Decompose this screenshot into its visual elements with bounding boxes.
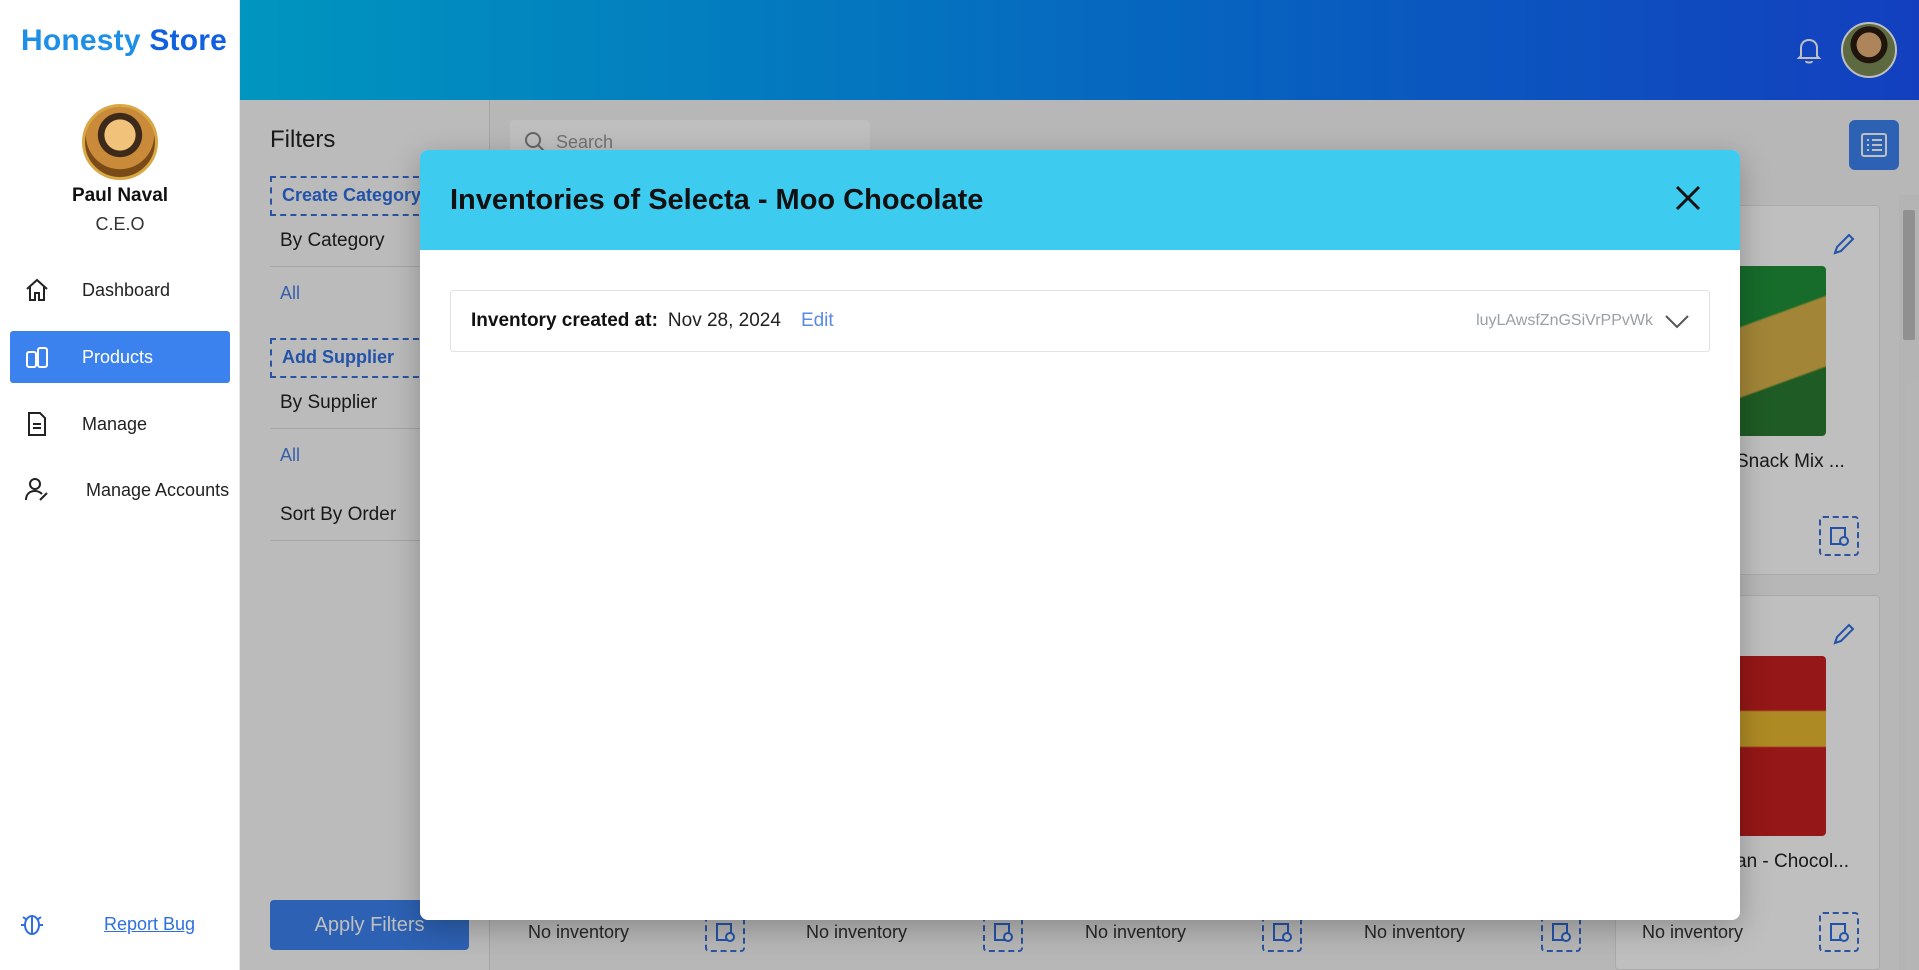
report-bug[interactable]: Report Bug [18, 910, 195, 938]
home-icon [26, 278, 48, 301]
avatar[interactable] [82, 104, 158, 180]
user-name: Paul Naval [71, 185, 169, 206]
sidebar: Honesty Store Paul Naval C.E.O Dashboard… [0, 0, 240, 970]
nav-label: Dashboard [82, 279, 171, 300]
inventory-created-label: Inventory created at: [471, 310, 658, 331]
products-icon [26, 347, 48, 368]
inventory-id: luyLAwsfZnGSiVrPPvWk [1476, 312, 1653, 329]
nav-item-manage[interactable]: Manage [10, 398, 230, 450]
inventory-date: Nov 28, 2024 [667, 310, 781, 331]
inventory-row[interactable]: Inventory created at: Nov 28, 2024 Edit … [450, 290, 1710, 352]
nav-item-manage-accounts[interactable]: Manage Accounts [10, 464, 230, 516]
user-role: C.E.O [95, 214, 145, 234]
modal-title: Inventories of Selecta - Moo Chocolate [450, 183, 984, 216]
close-icon [1675, 185, 1701, 211]
manage-icon [28, 412, 46, 436]
close-button[interactable] [1668, 178, 1708, 218]
modal-header: Inventories of Selecta - Moo Chocolate [420, 150, 1740, 250]
bug-icon [21, 915, 43, 935]
nav-item-products[interactable]: Products [10, 331, 230, 383]
brand-logo[interactable]: Honesty Store [21, 24, 227, 58]
accounts-icon [25, 478, 48, 501]
nav-label: Products [82, 346, 154, 367]
nav-label: Manage [82, 413, 148, 434]
report-bug-link[interactable]: Report Bug [104, 914, 195, 935]
inventory-modal: Inventories of Selecta - Moo Chocolate I… [420, 150, 1740, 920]
nav-item-dashboard[interactable]: Dashboard [10, 264, 230, 316]
chevron-down-icon[interactable] [1663, 311, 1691, 331]
edit-inventory-link[interactable]: Edit [801, 310, 834, 332]
nav-label: Manage Accounts [86, 479, 230, 500]
